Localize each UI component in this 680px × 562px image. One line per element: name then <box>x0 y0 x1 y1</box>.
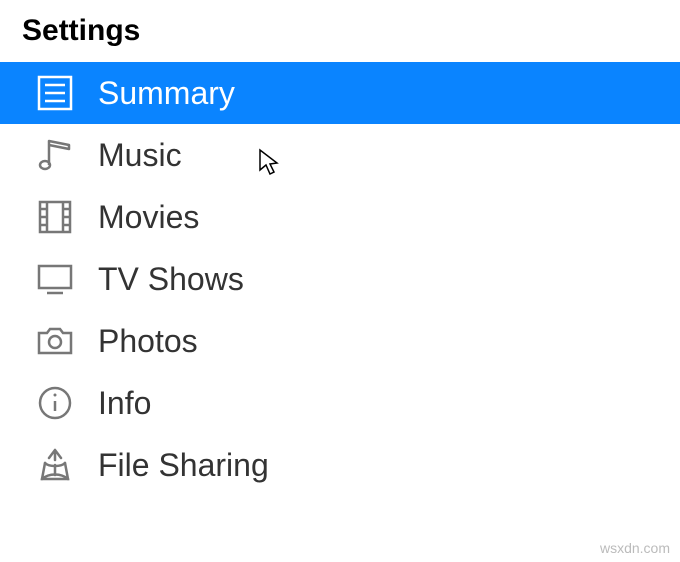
menu-item-label: Summary <box>98 75 235 112</box>
menu-item-file-sharing[interactable]: File Sharing <box>0 434 680 496</box>
menu-item-label: TV Shows <box>98 261 244 298</box>
file-sharing-icon <box>34 444 76 486</box>
menu-item-label: Movies <box>98 199 199 236</box>
watermark-text: wsxdn.com <box>600 540 670 556</box>
menu-item-label: Photos <box>98 323 198 360</box>
menu-item-label: Music <box>98 137 182 174</box>
menu-item-photos[interactable]: Photos <box>0 310 680 372</box>
menu-item-label: Info <box>98 385 151 422</box>
summary-icon <box>34 72 76 114</box>
music-icon <box>34 134 76 176</box>
menu-item-music[interactable]: Music <box>0 124 680 186</box>
settings-header: Settings <box>0 14 680 62</box>
settings-menu: Summary Music <box>0 62 680 496</box>
menu-item-info[interactable]: Info <box>0 372 680 434</box>
movies-icon <box>34 196 76 238</box>
menu-item-summary[interactable]: Summary <box>0 62 680 124</box>
menu-item-tv-shows[interactable]: TV Shows <box>0 248 680 310</box>
menu-item-movies[interactable]: Movies <box>0 186 680 248</box>
tv-icon <box>34 258 76 300</box>
menu-item-label: File Sharing <box>98 447 269 484</box>
photos-icon <box>34 320 76 362</box>
info-icon <box>34 382 76 424</box>
